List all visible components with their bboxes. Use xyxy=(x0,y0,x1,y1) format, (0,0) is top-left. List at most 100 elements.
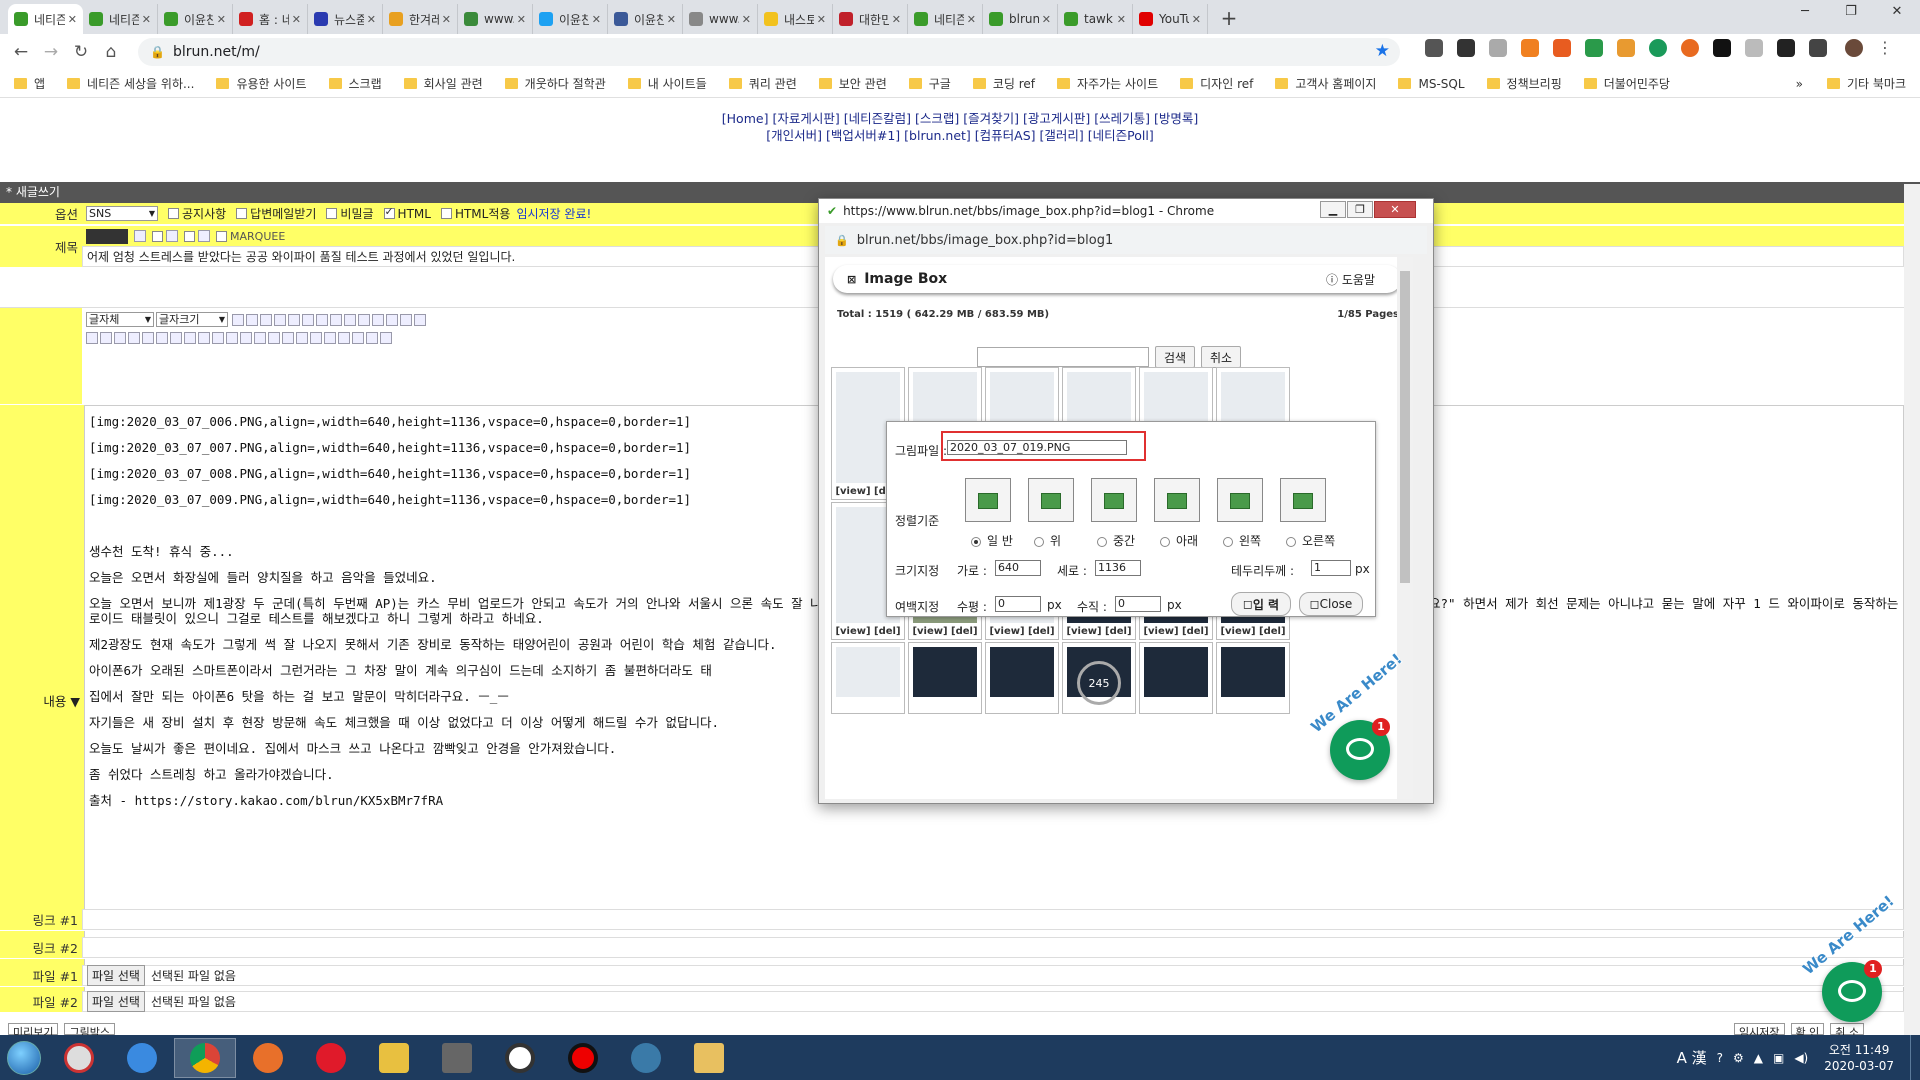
extension-icon[interactable] xyxy=(1681,38,1699,57)
tab-close-icon[interactable]: ✕ xyxy=(1192,13,1201,26)
editor-tool-icon[interactable] xyxy=(268,331,280,344)
extension-icon[interactable] xyxy=(1649,38,1667,57)
editor-tool-icon[interactable] xyxy=(156,331,168,344)
radio-button[interactable] xyxy=(971,536,981,547)
align-radio-option[interactable]: 위 xyxy=(1034,532,1061,549)
confirm-button[interactable]: 확 인 xyxy=(1790,1023,1825,1035)
view-del-links[interactable]: [view] [del] xyxy=(1217,626,1289,637)
radio-button[interactable] xyxy=(1034,536,1044,547)
bookmark-item[interactable]: 코딩 ref xyxy=(972,75,1035,92)
site-nav-link[interactable]: [광고게시판] xyxy=(1023,111,1090,126)
file1-button[interactable]: 파일 선택 xyxy=(87,965,145,986)
browser-tab[interactable]: 네티즌✕ xyxy=(908,4,983,34)
taskbar-explorer[interactable] xyxy=(678,1038,740,1078)
site-nav-link[interactable]: [Home] xyxy=(722,111,769,126)
height-input[interactable]: 1136 xyxy=(1095,560,1141,576)
html-apply-checkbox[interactable] xyxy=(440,208,452,219)
taskbar-app[interactable] xyxy=(426,1038,488,1078)
new-tab-button[interactable]: + xyxy=(1216,5,1242,31)
bookmark-star-icon[interactable]: ★ xyxy=(1375,41,1390,61)
browser-tab[interactable]: 뉴스줌✕ xyxy=(308,4,383,34)
align-option-icon[interactable] xyxy=(965,478,1011,522)
bookmark-item[interactable]: 회사일 관련 xyxy=(403,75,483,92)
bookmark-item[interactable]: 개웃하다 절학관 xyxy=(504,75,606,92)
tab-close-icon[interactable]: ✕ xyxy=(967,13,976,26)
editor-tool-icon[interactable] xyxy=(338,331,350,344)
image-thumbnail[interactable] xyxy=(831,642,905,714)
editor-tool-icon[interactable] xyxy=(310,331,322,344)
editor-tool-icon[interactable] xyxy=(170,331,182,344)
bookmarks-more-button[interactable]: » xyxy=(1796,77,1803,91)
tab-close-icon[interactable]: ✕ xyxy=(892,13,901,26)
maximize-button[interactable]: ❐ xyxy=(1828,0,1874,22)
show-desktop-button[interactable] xyxy=(1910,1035,1920,1080)
cancel-search-button[interactable]: 취소 xyxy=(1201,346,1241,368)
bookmark-item[interactable]: 내 사이트들 xyxy=(627,75,707,92)
editor-tool-icon[interactable] xyxy=(288,314,300,326)
other-bookmarks[interactable]: 기타 북마크 xyxy=(1826,75,1906,92)
insert-button[interactable]: ◻ 입 력 xyxy=(1231,592,1291,616)
tab-close-icon[interactable]: ✕ xyxy=(142,13,151,26)
editor-tool-icon[interactable] xyxy=(260,314,272,326)
taskbar-opera[interactable] xyxy=(300,1038,362,1078)
editor-tool-icon[interactable] xyxy=(386,314,398,326)
taskbar-chrome[interactable] xyxy=(174,1037,236,1078)
border-input[interactable]: 1 xyxy=(1311,560,1351,576)
page-scrollbar[interactable] xyxy=(1904,184,1920,1035)
chat-widget-button[interactable]: We Are Here! 1 xyxy=(1307,650,1406,780)
underline-checkbox[interactable] xyxy=(184,230,195,242)
help-icon[interactable]: ? xyxy=(1717,1051,1723,1065)
image-thumbnail[interactable]: 245 xyxy=(1062,642,1136,714)
taskbar-app[interactable] xyxy=(363,1038,425,1078)
font-size-select[interactable]: 글자크기 xyxy=(156,312,228,327)
bookmark-item[interactable]: 스크랩 xyxy=(328,75,382,92)
site-nav-link[interactable]: [쓰레기통] xyxy=(1094,111,1150,126)
tab-close-icon[interactable]: ✕ xyxy=(667,13,676,26)
browser-tab[interactable]: YouTube✕ xyxy=(1133,4,1208,34)
align-radio-option[interactable]: 일 반 xyxy=(971,532,1013,549)
start-button[interactable] xyxy=(0,1035,48,1080)
tab-close-icon[interactable]: ✕ xyxy=(517,13,526,26)
editor-tool-icon[interactable] xyxy=(232,314,244,326)
extension-icon[interactable] xyxy=(1809,38,1827,57)
view-del-links[interactable]: [view] [del] xyxy=(909,626,981,637)
tab-close-icon[interactable]: ✕ xyxy=(217,13,226,26)
tab-close-icon[interactable]: ✕ xyxy=(367,13,376,26)
link1-input[interactable] xyxy=(82,909,1904,930)
extension-icon[interactable] xyxy=(1489,38,1507,57)
settings-icon[interactable]: ⚙ xyxy=(1733,1051,1744,1065)
view-del-links[interactable]: [view] [del] xyxy=(832,626,904,637)
home-icon[interactable]: ⌂ xyxy=(96,37,126,67)
editor-tool-icon[interactable] xyxy=(366,331,378,344)
evernote-icon[interactable] xyxy=(1585,38,1603,57)
cancel-button[interactable]: 취 소 xyxy=(1830,1023,1864,1035)
download-icon[interactable] xyxy=(1745,38,1763,57)
volume-icon[interactable]: ◀) xyxy=(1794,1051,1808,1065)
popup-minimize-button[interactable]: ▁ xyxy=(1320,201,1346,218)
tab-close-icon[interactable]: ✕ xyxy=(1042,13,1051,26)
file-name-input[interactable]: 2020_03_07_019.PNG xyxy=(947,440,1127,455)
align-radio-option[interactable]: 왼쪽 xyxy=(1223,532,1261,549)
close-window-button[interactable]: ✕ xyxy=(1874,0,1920,22)
browser-tab[interactable]: 이윤찬✕ xyxy=(533,4,608,34)
browser-tab[interactable]: www.ha✕ xyxy=(458,4,533,34)
image-thumbnail[interactable] xyxy=(908,642,982,714)
vspace-input[interactable]: 0 xyxy=(1115,596,1161,612)
browser-tab[interactable]: blrun2.c✕ xyxy=(983,4,1058,34)
tab-close-icon[interactable]: ✕ xyxy=(742,13,751,26)
tab-close-icon[interactable]: ✕ xyxy=(1117,13,1126,26)
editor-tool-icon[interactable] xyxy=(86,331,98,344)
editor-tool-icon[interactable] xyxy=(316,314,328,326)
html-checkbox[interactable] xyxy=(383,205,395,219)
preview-button[interactable]: 미리보기 xyxy=(8,1023,59,1035)
bold-checkbox[interactable] xyxy=(152,230,163,242)
radio-button[interactable] xyxy=(1097,536,1107,547)
format-icon[interactable] xyxy=(134,230,146,242)
browser-tab[interactable]: 홈 : 네이✕ xyxy=(233,4,308,34)
taskbar-app[interactable] xyxy=(615,1038,677,1078)
tab-close-icon[interactable]: ✕ xyxy=(442,13,451,26)
editor-tool-icon[interactable] xyxy=(282,331,294,344)
browser-tab[interactable]: 내스토리✕ xyxy=(758,4,833,34)
secret-checkbox[interactable] xyxy=(326,208,338,219)
taskbar-recorder[interactable] xyxy=(552,1038,614,1078)
